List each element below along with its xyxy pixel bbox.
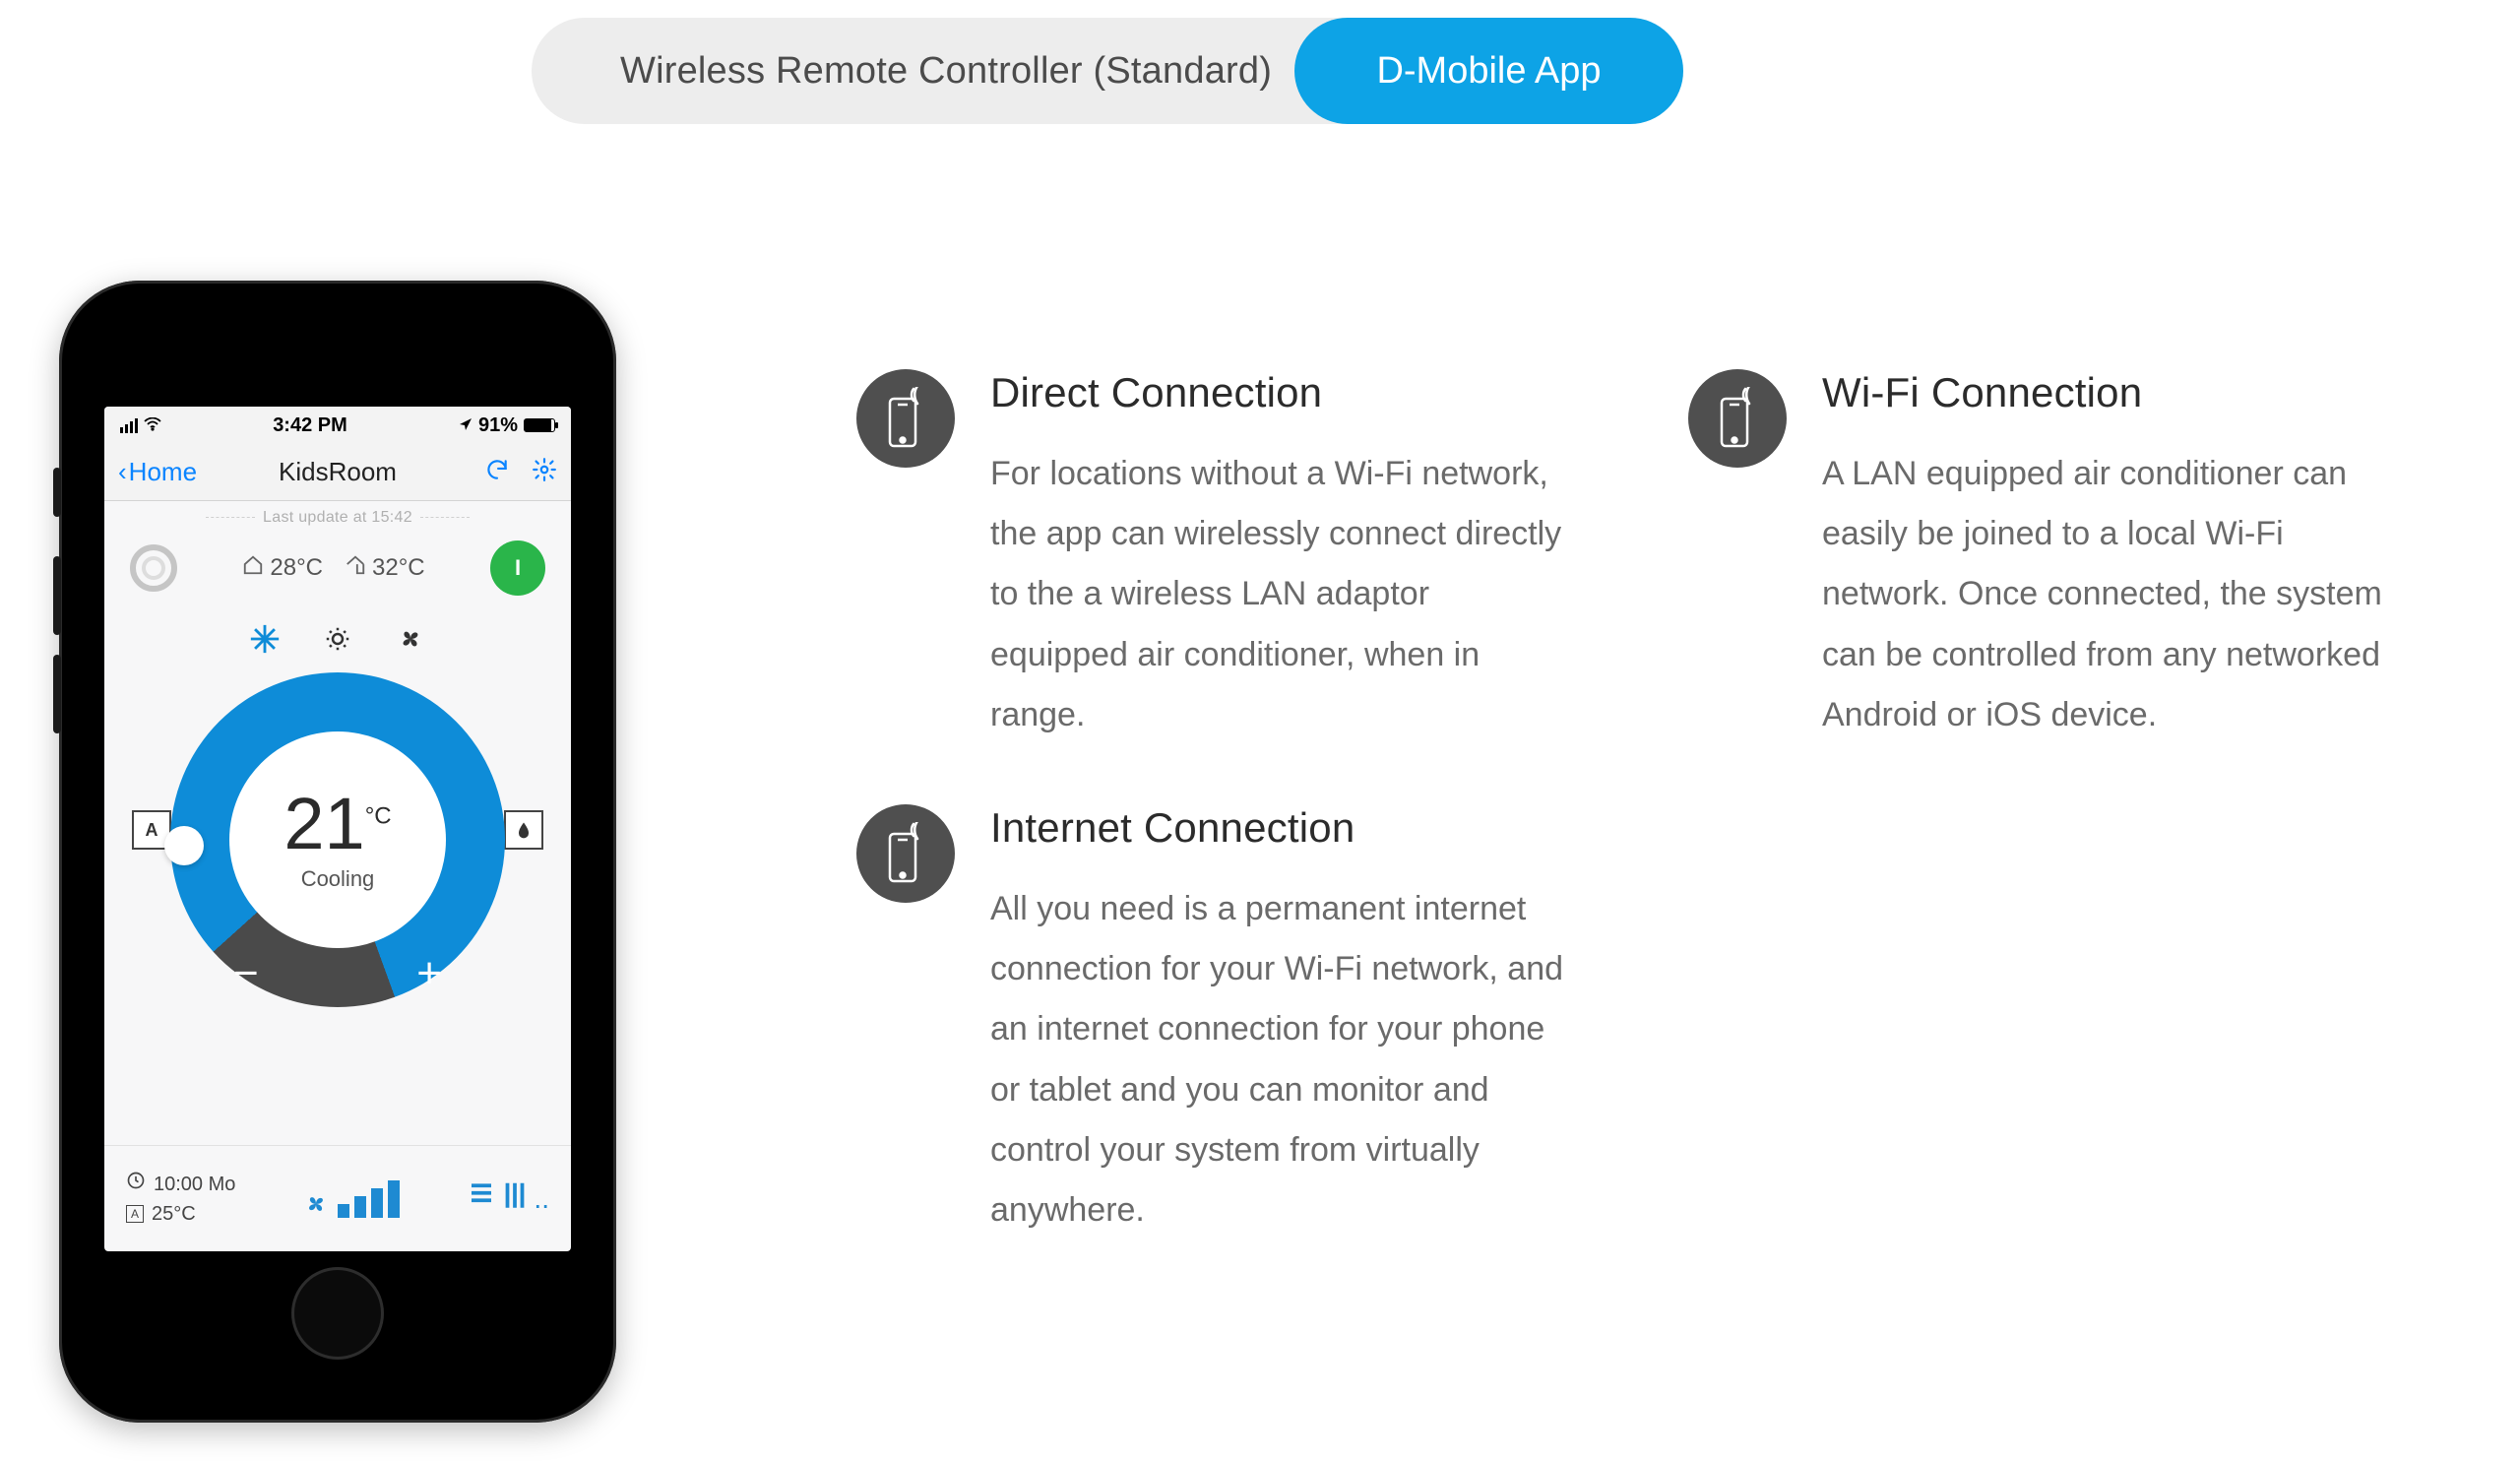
feature-title: Wi-Fi Connection xyxy=(1822,369,2402,416)
cool-mode-icon[interactable] xyxy=(247,621,283,657)
schedule-temp: 25°C xyxy=(152,1199,196,1229)
last-update-label: Last update at 15:42 xyxy=(104,501,571,531)
dry-mode-box[interactable] xyxy=(504,810,543,850)
room-title: KidsRoom xyxy=(279,457,397,487)
feature-body: All you need is a permanent internet con… xyxy=(990,879,1570,1240)
phone-home-button xyxy=(291,1267,384,1360)
fan-speed-control[interactable] xyxy=(302,1180,400,1218)
phone-signal-icon xyxy=(856,369,955,468)
feature-title: Direct Connection xyxy=(990,369,1570,416)
feature-title: Internet Connection xyxy=(990,804,1570,852)
phone-signal-icon xyxy=(856,804,955,903)
dial-temp-value: 21 xyxy=(284,783,364,864)
feature-direct-connection: Direct Connection For locations without … xyxy=(856,369,1570,745)
dial-temp-unit: °C xyxy=(365,802,392,829)
indoor-temp-value: 28°C xyxy=(270,554,323,582)
battery-pct: 91% xyxy=(478,414,518,437)
temp-minus-button[interactable]: − xyxy=(233,952,259,995)
ellipsis-icon: .. xyxy=(534,1185,549,1213)
mode-row xyxy=(104,600,571,667)
power-toggle[interactable]: I xyxy=(490,540,545,596)
schedule-time: 10:00 Mo xyxy=(154,1170,235,1199)
back-button[interactable]: ‹ Home xyxy=(118,457,197,487)
fan-mode-icon[interactable] xyxy=(393,621,428,657)
status-time: 3:42 PM xyxy=(273,414,347,437)
clock-icon xyxy=(126,1170,146,1199)
outdoor-temp: 32°C xyxy=(345,554,425,583)
wifi-icon xyxy=(144,414,161,437)
dial-knob[interactable] xyxy=(164,826,204,865)
temp-plus-button[interactable]: + xyxy=(416,952,442,995)
phone-volume-down xyxy=(53,655,61,733)
outdoor-temp-value: 32°C xyxy=(372,554,425,582)
settings-button[interactable] xyxy=(532,457,557,487)
back-label: Home xyxy=(129,457,197,487)
setpoint-box-icon: A xyxy=(126,1205,144,1223)
fan-speed-bars-icon xyxy=(338,1180,400,1218)
phone-mute-switch xyxy=(53,468,61,517)
feature-wifi-connection: Wi-Fi Connection A LAN equipped air cond… xyxy=(1688,369,2402,745)
temperature-dial[interactable]: 21°C Cooling − + xyxy=(170,672,505,1007)
dial-temp: 21°C xyxy=(284,788,391,860)
chevron-left-icon: ‹ xyxy=(118,457,127,487)
heat-mode-icon[interactable] xyxy=(320,621,355,657)
airflow-control[interactable]: .. xyxy=(467,1179,549,1219)
power-ring-icon[interactable] xyxy=(130,544,177,592)
phone-mockup: 3:42 PM 91% ‹ Home KidsRoom xyxy=(59,281,616,1423)
features-grid: Direct Connection For locations without … xyxy=(856,369,2402,1240)
refresh-button[interactable] xyxy=(484,457,510,487)
schedule-block[interactable]: 10:00 Mo A 25°C xyxy=(126,1170,235,1229)
toggle-option-standard[interactable]: Wireless Remote Controller (Standard) xyxy=(532,50,1294,93)
phone-screen: 3:42 PM 91% ‹ Home KidsRoom xyxy=(104,407,571,1251)
phone-volume-up xyxy=(53,556,61,635)
status-row: 28°C 32°C I xyxy=(104,531,571,600)
status-bar: 3:42 PM 91% xyxy=(104,407,571,444)
house-icon xyxy=(242,554,264,583)
app-nav: ‹ Home KidsRoom xyxy=(104,444,571,501)
signal-icon xyxy=(120,418,138,433)
feature-body: For locations without a Wi-Fi network, t… xyxy=(990,444,1570,745)
dial-mode-label: Cooling xyxy=(301,866,375,892)
outdoor-icon xyxy=(345,554,366,583)
feature-body: A LAN equipped air conditioner can easil… xyxy=(1822,444,2402,745)
battery-icon xyxy=(524,418,555,432)
location-icon xyxy=(459,414,472,437)
indoor-temp: 28°C xyxy=(242,554,323,583)
app-footer: 10:00 Mo A 25°C .. xyxy=(104,1145,571,1251)
feature-internet-connection: Internet Connection All you need is a pe… xyxy=(856,804,1570,1240)
controller-toggle: Wireless Remote Controller (Standard) D-… xyxy=(532,18,1683,124)
phone-signal-icon xyxy=(1688,369,1787,468)
toggle-option-app[interactable]: D-Mobile App xyxy=(1294,18,1683,124)
